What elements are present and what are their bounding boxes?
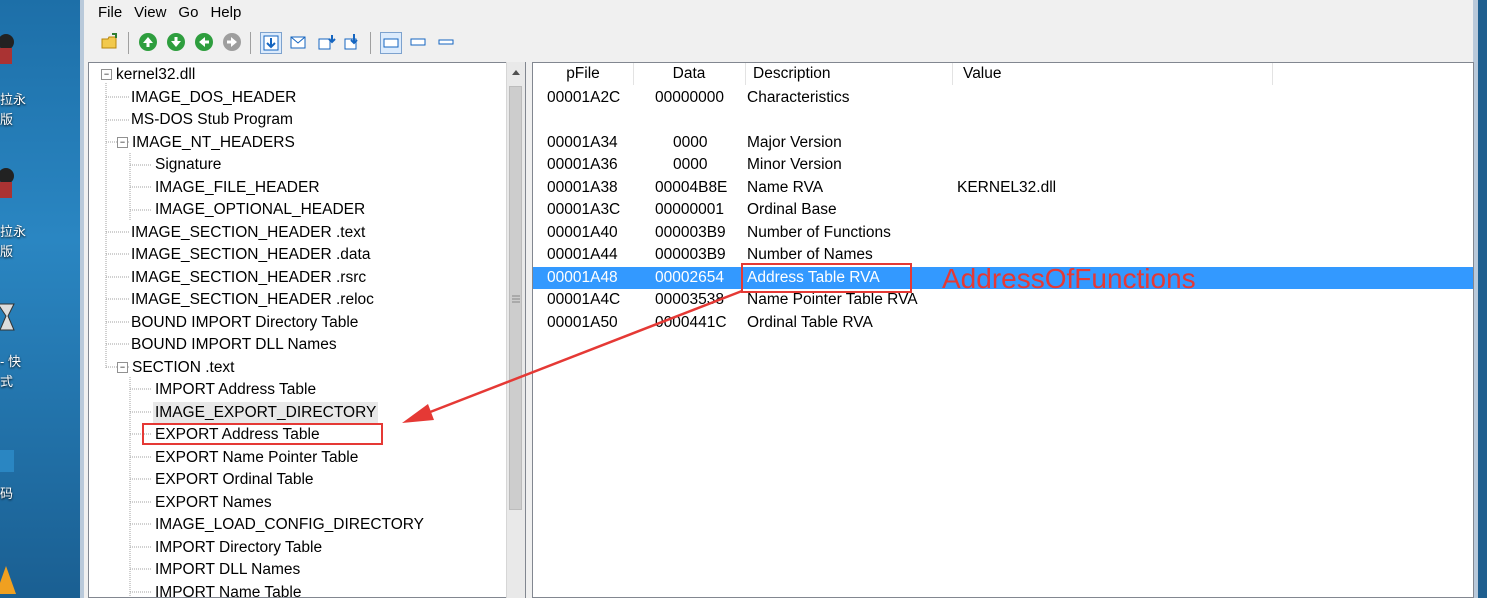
annotation-arrow <box>402 289 743 423</box>
annotation-label: AddressOfFunctions <box>942 263 1196 294</box>
